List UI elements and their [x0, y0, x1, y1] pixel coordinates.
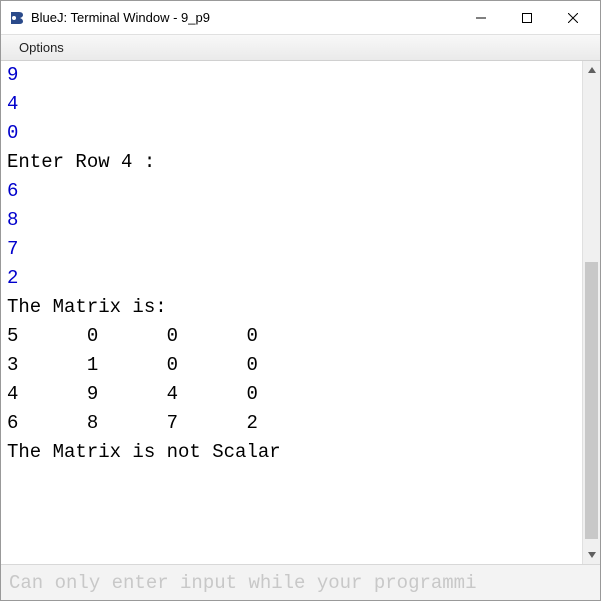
scroll-up-icon[interactable] — [583, 61, 600, 79]
menu-options[interactable]: Options — [11, 37, 72, 58]
statusbar: Can only enter input while your programm… — [1, 564, 600, 600]
terminal-input-line: 9 — [7, 61, 576, 90]
terminal-output-line: 5 0 0 0 — [7, 322, 576, 351]
titlebar: BlueJ: Terminal Window - 9_p9 — [1, 1, 600, 35]
terminal-output-line: Enter Row 4 : — [7, 148, 576, 177]
terminal-output-line: The Matrix is: — [7, 293, 576, 322]
bluej-icon — [9, 10, 25, 26]
terminal-input-line: 2 — [7, 264, 576, 293]
terminal-input-line: 4 — [7, 90, 576, 119]
terminal-container: 940Enter Row 4 :6872The Matrix is:5 0 0 … — [1, 61, 600, 564]
window-title: BlueJ: Terminal Window - 9_p9 — [31, 10, 458, 25]
terminal-input-line: 6 — [7, 177, 576, 206]
terminal-input-line: 7 — [7, 235, 576, 264]
window-controls — [458, 3, 596, 33]
terminal-output[interactable]: 940Enter Row 4 :6872The Matrix is:5 0 0 … — [1, 61, 582, 564]
terminal-output-line: 4 9 4 0 — [7, 380, 576, 409]
close-button[interactable] — [550, 3, 596, 33]
status-message: Can only enter input while your programm… — [9, 572, 476, 594]
scrollbar-thumb[interactable] — [585, 262, 598, 539]
terminal-input-line: 0 — [7, 119, 576, 148]
terminal-output-line: 3 1 0 0 — [7, 351, 576, 380]
terminal-output-line: The Matrix is not Scalar — [7, 438, 576, 467]
scroll-down-icon[interactable] — [583, 546, 600, 564]
terminal-output-line: 6 8 7 2 — [7, 409, 576, 438]
vertical-scrollbar[interactable] — [582, 61, 600, 564]
menubar: Options — [1, 35, 600, 61]
maximize-button[interactable] — [504, 3, 550, 33]
minimize-button[interactable] — [458, 3, 504, 33]
terminal-input-line: 8 — [7, 206, 576, 235]
